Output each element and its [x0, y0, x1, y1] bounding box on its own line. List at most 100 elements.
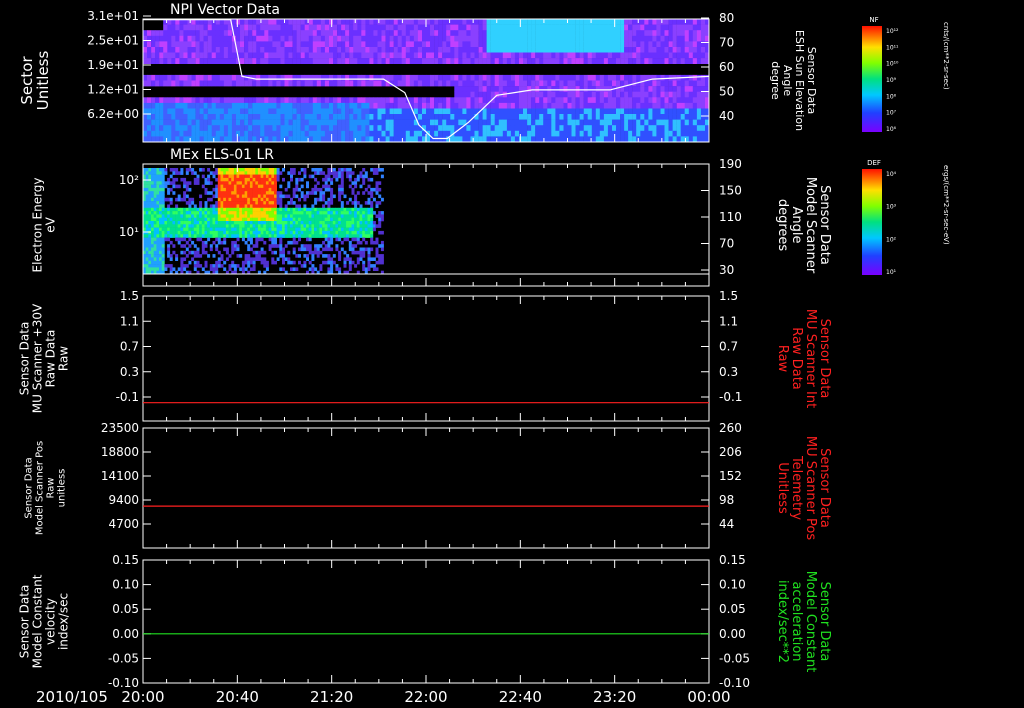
- heat-cell: [180, 257, 184, 261]
- heat-cell: [337, 30, 342, 37]
- heat-cell: [656, 119, 661, 126]
- heat-cell: [228, 171, 232, 175]
- heat-cell: [502, 130, 508, 137]
- heat-cell: [466, 80, 471, 87]
- heat-cell: [595, 80, 601, 87]
- heat-cell: [349, 30, 354, 37]
- heat-cell: [660, 58, 665, 64]
- heat-cell: [159, 41, 164, 48]
- heat-cell: [684, 52, 689, 59]
- heat-cell: [351, 224, 355, 228]
- heat-cell: [274, 244, 277, 248]
- heat-cell: [195, 24, 200, 31]
- heat-cell: [696, 125, 702, 132]
- heat-cell: [188, 201, 192, 205]
- heat-cell: [167, 234, 171, 238]
- heat-cell: [632, 19, 637, 25]
- heat-cell: [204, 211, 208, 215]
- heat-cell: [155, 47, 160, 53]
- heat-cell: [660, 119, 665, 126]
- heat-cell: [696, 30, 702, 37]
- heat-cell: [244, 19, 249, 25]
- heat-cell: [539, 41, 544, 48]
- heat-cell: [228, 201, 232, 205]
- heat-cell: [164, 227, 168, 232]
- heat-cell: [159, 237, 162, 242]
- heat-cell: [672, 119, 677, 126]
- heat-cell: [187, 74, 192, 81]
- heat-cell: [426, 30, 431, 37]
- heat-cell: [148, 257, 152, 261]
- heat-cell: [563, 125, 568, 132]
- heat-cell: [672, 80, 677, 87]
- heat-cell: [153, 217, 157, 222]
- heat-cell: [280, 24, 285, 31]
- heat-cell: [247, 257, 251, 261]
- heat-cell: [239, 221, 243, 225]
- heat-cell: [450, 102, 455, 109]
- heat-cell: [652, 74, 657, 81]
- heat-cell: [367, 184, 371, 189]
- heat-cell: [211, 130, 216, 137]
- heat-cell: [312, 47, 318, 53]
- heat-cell: [365, 47, 370, 53]
- heat-cell: [345, 35, 350, 42]
- heat-cell: [196, 227, 200, 232]
- heat-cell: [367, 260, 371, 265]
- heat-cell: [236, 136, 241, 143]
- heat-cell: [148, 191, 152, 195]
- heat-cell: [257, 194, 261, 199]
- heat-cell: [354, 217, 358, 222]
- heat-cell: [306, 214, 309, 218]
- heat-cell: [397, 97, 402, 104]
- heat-cell: [343, 250, 347, 255]
- heat-cell: [478, 52, 483, 59]
- heat-cell: [167, 244, 171, 248]
- heat-cell: [357, 52, 362, 59]
- heat-cell: [271, 217, 275, 222]
- heat-cell: [595, 91, 601, 98]
- heat-cell: [231, 119, 237, 126]
- heat-cell: [450, 30, 455, 37]
- heat-cell: [203, 125, 208, 132]
- heat-cell: [240, 108, 245, 115]
- heat-cell: [256, 97, 261, 104]
- heat-cell: [260, 224, 264, 228]
- heat-cell: [223, 97, 229, 104]
- heat-cell: [340, 201, 344, 205]
- heat-cell: [290, 171, 293, 175]
- heat-cell: [620, 130, 625, 137]
- heat-cell: [260, 171, 264, 175]
- heat-cell: [335, 207, 339, 212]
- heat-cell: [458, 24, 463, 31]
- heat-cell: [346, 254, 350, 258]
- heat-cell: [223, 174, 227, 179]
- heat-cell: [353, 114, 358, 120]
- heat-cell: [159, 181, 162, 185]
- heat-cell: [288, 80, 293, 87]
- heat-cell: [280, 114, 285, 120]
- heat-cell: [450, 58, 455, 64]
- heat-cell: [175, 197, 179, 202]
- heat-cell: [401, 97, 406, 104]
- heat-cell: [217, 240, 221, 245]
- heat-cell: [587, 108, 592, 115]
- heat-cell: [268, 234, 272, 238]
- heat-cell: [204, 250, 208, 255]
- heat-cell: [196, 237, 200, 242]
- heat-cell: [231, 80, 237, 87]
- heat-cell: [490, 30, 495, 37]
- heat-cell: [153, 197, 157, 202]
- heat-cell: [271, 211, 275, 215]
- heat-cell: [236, 254, 240, 258]
- heat-cell: [260, 30, 265, 37]
- heat-cell: [628, 97, 633, 104]
- heat-cell: [172, 211, 176, 215]
- heat-cell: [300, 230, 304, 235]
- heat-cell: [292, 19, 297, 25]
- heat-cell: [156, 240, 160, 245]
- heat-cell: [551, 74, 556, 81]
- heat-cell: [263, 250, 267, 255]
- heat-cell: [664, 52, 669, 59]
- heat-cell: [430, 24, 435, 31]
